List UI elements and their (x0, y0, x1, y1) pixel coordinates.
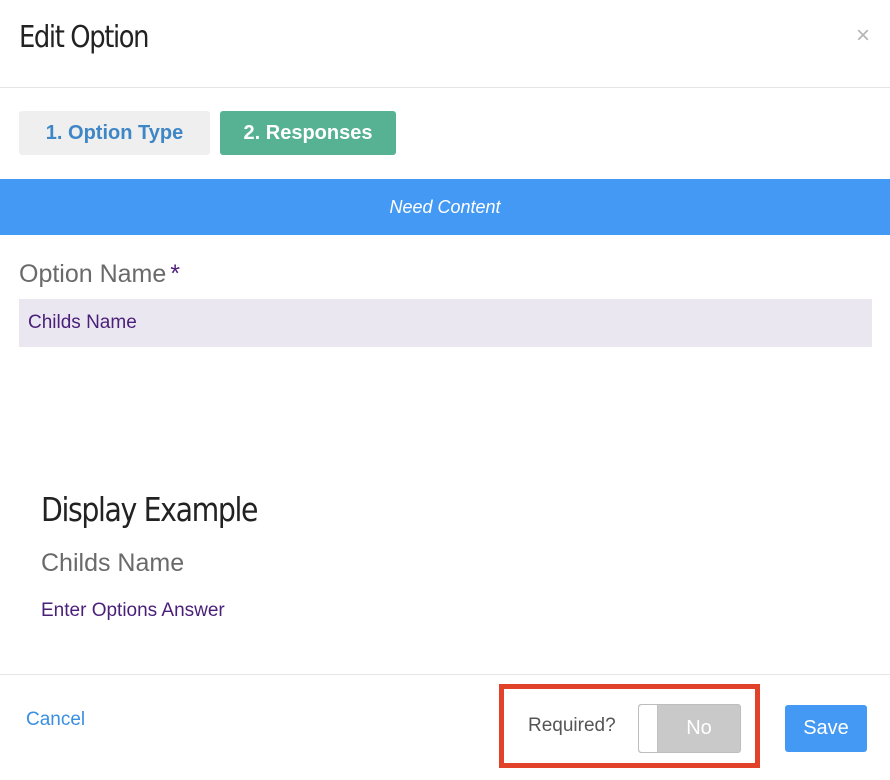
modal-title: Edit Option (19, 20, 150, 55)
toggle-knob[interactable] (639, 705, 658, 752)
tab-responses[interactable]: 2. Responses (220, 111, 396, 155)
modal-footer: Cancel Required? No Save (0, 674, 890, 780)
display-example-answer: Enter Options Answer (41, 600, 225, 621)
option-name-label: Option Name * (19, 260, 180, 289)
option-name-input[interactable] (19, 299, 872, 347)
info-banner-text: Need Content (389, 197, 501, 217)
display-example-title: Display Example (41, 490, 258, 529)
required-toggle[interactable]: No (638, 704, 741, 753)
save-button[interactable]: Save (785, 705, 867, 752)
tab-option-type[interactable]: 1. Option Type (19, 111, 210, 155)
close-icon[interactable]: × (854, 24, 872, 48)
modal-header: Edit Option × (0, 0, 890, 88)
option-name-label-text: Option Name (19, 260, 167, 288)
required-label: Required? (528, 715, 616, 736)
required-asterisk: * (170, 260, 181, 288)
info-banner: Need Content (0, 179, 890, 235)
cancel-link[interactable]: Cancel (26, 709, 85, 731)
toggle-state-text: No (686, 717, 712, 739)
display-example-label: Childs Name (41, 549, 185, 577)
